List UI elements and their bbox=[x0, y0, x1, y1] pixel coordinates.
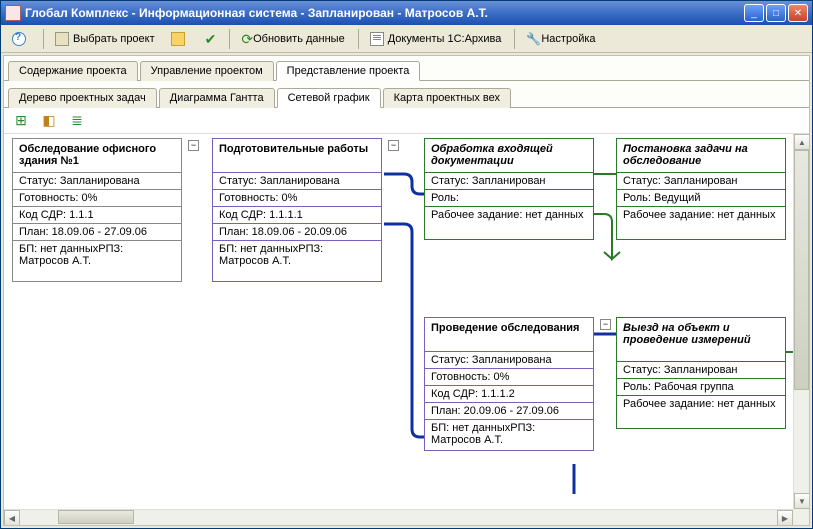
node-role: Роль: Рабочая группа bbox=[617, 379, 785, 396]
toolbar-separator bbox=[514, 29, 515, 49]
node-sbs-code: Код СДР: 1.1.1 bbox=[13, 207, 181, 224]
view-mode-button[interactable]: ◧ bbox=[38, 110, 60, 132]
node-sbs-code: Код СДР: 1.1.1.1 bbox=[213, 207, 381, 224]
node-role: Роль: Ведущий bbox=[617, 190, 785, 207]
toolbar-separator bbox=[43, 29, 44, 49]
scroll-up-button[interactable]: ▲ bbox=[794, 134, 809, 150]
documents-button[interactable]: Документы 1С:Архива bbox=[363, 28, 509, 50]
node-title: Обработка входящей документации bbox=[425, 139, 593, 173]
diagram-viewport: Обследование офисного здания №1 Статус: … bbox=[4, 134, 809, 525]
refresh-icon: ⟳ bbox=[241, 32, 253, 46]
collapse-toggle[interactable]: − bbox=[600, 319, 611, 330]
node-readiness: Готовность: 0% bbox=[13, 190, 181, 207]
tab-network[interactable]: Сетевой график bbox=[277, 88, 381, 108]
node-work-task: Рабочее задание: нет данных bbox=[617, 207, 785, 239]
node-readiness: Готовность: 0% bbox=[425, 369, 593, 386]
settings-button[interactable]: 🔧 Настройка bbox=[519, 28, 602, 50]
documents-label: Документы 1С:Архива bbox=[388, 33, 502, 45]
open-folder-button[interactable] bbox=[164, 28, 196, 50]
node-role: Роль: bbox=[425, 190, 593, 207]
hscroll-track[interactable] bbox=[20, 510, 777, 525]
settings-label: Настройка bbox=[541, 33, 595, 45]
task-node-site-visit[interactable]: Выезд на объект и проведение измерений С… bbox=[616, 317, 786, 429]
node-title: Проведение обследования bbox=[425, 318, 593, 352]
refresh-label: Обновить данные bbox=[253, 33, 345, 45]
open-folder-icon bbox=[171, 32, 185, 46]
node-status: Статус: Запланирована bbox=[425, 352, 593, 369]
node-work-task: Рабочее задание: нет данных bbox=[425, 207, 593, 239]
titlebar: Глобал Комплекс - Информационная система… bbox=[1, 1, 812, 25]
refresh-button[interactable]: ⟳ Обновить данные bbox=[234, 28, 351, 50]
collapse-toggle[interactable]: − bbox=[188, 140, 199, 151]
maximize-button[interactable]: □ bbox=[766, 4, 786, 22]
node-status: Статус: Запланирован bbox=[617, 173, 785, 190]
help-button[interactable] bbox=[5, 28, 37, 50]
task-node-task-statement[interactable]: Постановка задачи на обследование Статус… bbox=[616, 138, 786, 240]
scroll-corner bbox=[793, 509, 809, 525]
help-icon bbox=[12, 32, 26, 46]
node-sbs-code: Код СДР: 1.1.1.2 bbox=[425, 386, 593, 403]
project-icon bbox=[55, 32, 69, 46]
apply-button[interactable]: ✔ bbox=[198, 28, 224, 50]
node-status: Статус: Запланирован bbox=[617, 362, 785, 379]
tab-milestones[interactable]: Карта проектных вех bbox=[383, 88, 511, 108]
scroll-left-button[interactable]: ◀ bbox=[4, 510, 20, 525]
wrench-icon: 🔧 bbox=[526, 32, 541, 46]
tab-project-view[interactable]: Представление проекта bbox=[276, 61, 421, 81]
tab-project-content[interactable]: Содержание проекта bbox=[8, 61, 138, 81]
vscroll-thumb[interactable] bbox=[794, 150, 809, 390]
task-node-prep-works[interactable]: Подготовительные работы Статус: Запланир… bbox=[212, 138, 382, 282]
scroll-right-button[interactable]: ▶ bbox=[777, 510, 793, 525]
view-toolbar: ⊞ ◧ ≣ bbox=[4, 108, 809, 134]
tab-gantt[interactable]: Диаграмма Гантта bbox=[159, 88, 275, 108]
close-button[interactable]: ✕ bbox=[788, 4, 808, 22]
node-bp-rpz: БП: нет данныхРПЗ: Матросов А.Т. bbox=[13, 241, 181, 281]
node-status: Статус: Запланирована bbox=[213, 173, 381, 190]
task-node-survey-building[interactable]: Обследование офисного здания №1 Статус: … bbox=[12, 138, 182, 282]
node-plan-dates: План: 20.09.06 - 27.09.06 bbox=[425, 403, 593, 420]
toolbar-separator bbox=[358, 29, 359, 49]
node-plan-dates: План: 18.09.06 - 27.09.06 bbox=[13, 224, 181, 241]
vertical-scrollbar[interactable]: ▲ ▼ bbox=[793, 134, 809, 509]
node-bp-rpz: БП: нет данныхРПЗ: Матросов А.Т. bbox=[213, 241, 381, 281]
task-node-conduct-survey[interactable]: Проведение обследования Статус: Запланир… bbox=[424, 317, 594, 451]
select-project-label: Выбрать проект bbox=[73, 33, 155, 45]
main-tabstrip: Содержание проекта Управление проектом П… bbox=[4, 56, 809, 81]
node-status: Статус: Запланирован bbox=[425, 173, 593, 190]
tab-project-manage[interactable]: Управление проектом bbox=[140, 61, 274, 81]
vscroll-track[interactable] bbox=[794, 150, 809, 493]
client-area: Содержание проекта Управление проектом П… bbox=[3, 55, 810, 526]
window-title: Глобал Комплекс - Информационная система… bbox=[25, 6, 742, 20]
task-node-incoming-docs[interactable]: Обработка входящей документации Статус: … bbox=[424, 138, 594, 240]
node-status: Статус: Запланирована bbox=[13, 173, 181, 190]
collapse-toggle[interactable]: − bbox=[388, 140, 399, 151]
node-title: Подготовительные работы bbox=[213, 139, 381, 173]
minimize-button[interactable]: _ bbox=[744, 4, 764, 22]
check-icon: ✔ bbox=[205, 32, 217, 46]
node-title: Обследование офисного здания №1 bbox=[13, 139, 181, 173]
scroll-down-button[interactable]: ▼ bbox=[794, 493, 809, 509]
hscroll-thumb[interactable] bbox=[58, 510, 134, 524]
node-readiness: Готовность: 0% bbox=[213, 190, 381, 207]
node-work-task: Рабочее задание: нет данных bbox=[617, 396, 785, 428]
main-toolbar: Выбрать проект ✔ ⟳ Обновить данные Докум… bbox=[1, 25, 812, 53]
documents-icon bbox=[370, 32, 384, 46]
expand-all-button[interactable]: ⊞ bbox=[10, 110, 32, 132]
node-plan-dates: План: 18.09.06 - 20.09.06 bbox=[213, 224, 381, 241]
select-project-button[interactable]: Выбрать проект bbox=[48, 28, 162, 50]
horizontal-scrollbar[interactable]: ◀ ▶ bbox=[4, 509, 793, 525]
sub-tabstrip: Дерево проектных задач Диаграмма Гантта … bbox=[4, 81, 809, 108]
node-title: Выезд на объект и проведение измерений bbox=[617, 318, 785, 362]
legend-button[interactable]: ≣ bbox=[66, 110, 88, 132]
node-title: Постановка задачи на обследование bbox=[617, 139, 785, 173]
toolbar-separator bbox=[229, 29, 230, 49]
app-icon bbox=[5, 5, 21, 21]
diagram-canvas[interactable]: Обследование офисного здания №1 Статус: … bbox=[4, 134, 794, 494]
node-bp-rpz: БП: нет данныхРПЗ: Матросов А.Т. bbox=[425, 420, 593, 450]
tab-task-tree[interactable]: Дерево проектных задач bbox=[8, 88, 157, 108]
